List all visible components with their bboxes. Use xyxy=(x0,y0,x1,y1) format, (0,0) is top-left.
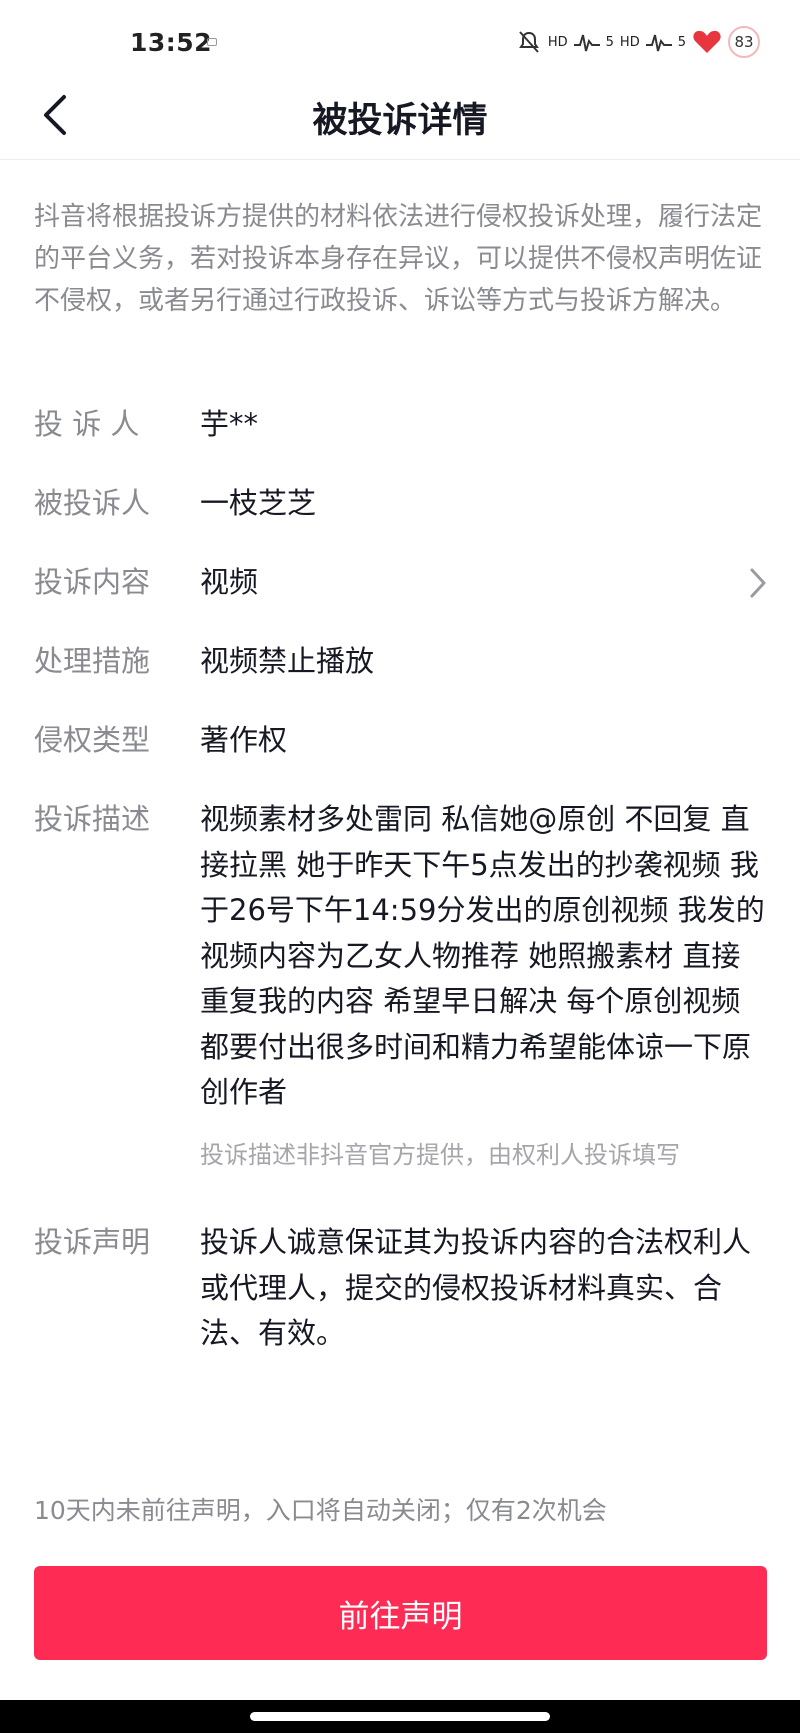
complaint-notice: 抖音将根据投诉方提供的材料依法进行侵权投诉处理，履行法定的平台义务，若对投诉本身… xyxy=(34,202,763,316)
deadline-notice: 10天内未前往声明，入口将自动关闭；仅有2次机会 xyxy=(34,1496,607,1525)
signal-strength-2: 5 xyxy=(677,34,686,50)
network-type-2: HD xyxy=(619,34,640,50)
statement-value: 投诉人诚意保证其为投诉内容的合法权利人或代理人，提交的侵权投诉材料真实、合法、有… xyxy=(200,1225,752,1350)
notification-icon xyxy=(207,38,217,46)
complainant-label: 投 诉 人 xyxy=(34,407,140,441)
signal-strength-1: 5 xyxy=(605,34,614,50)
bell-muted-icon xyxy=(518,31,539,53)
respondent-value: 一枝芝芝 xyxy=(200,486,317,520)
complainant-value: 芋** xyxy=(200,407,259,441)
battery-indicator: 83 xyxy=(728,26,760,58)
measure-label: 处理措施 xyxy=(34,644,151,678)
status-icons: HD 5 HD 5 83 xyxy=(516,22,760,62)
signal-wave-icon xyxy=(573,34,600,52)
page-title: 被投诉详情 xyxy=(312,101,488,141)
content-label: 投诉内容 xyxy=(34,565,151,599)
description-value: 视频素材多处雷同 私信她@原创 不回复 直接拉黑 她于昨天下午5点发出的抄袭视频… xyxy=(200,802,765,1109)
network-type-1: HD xyxy=(547,34,568,50)
row-complaint-content[interactable]: 投诉内容 视频 xyxy=(0,560,800,608)
description-note: 投诉描述非抖音官方提供，由权利人投诉填写 xyxy=(200,1141,680,1169)
respondent-label: 被投诉人 xyxy=(34,486,151,520)
type-value: 著作权 xyxy=(200,723,288,757)
description-label: 投诉描述 xyxy=(34,802,151,836)
heart-icon xyxy=(693,30,721,53)
content-value: 视频 xyxy=(200,565,259,599)
type-label: 侵权类型 xyxy=(34,723,151,757)
statement-label: 投诉声明 xyxy=(34,1225,151,1259)
go-to-statement-button[interactable]: 前往声明 xyxy=(34,1566,767,1660)
chevron-right-icon[interactable] xyxy=(744,566,772,600)
measure-value: 视频禁止播放 xyxy=(200,644,375,678)
status-time: 13:52 xyxy=(130,28,213,57)
nav-header: 被投诉详情 xyxy=(0,70,800,160)
home-indicator[interactable] xyxy=(250,1712,550,1721)
signal-wave-icon xyxy=(645,34,672,52)
